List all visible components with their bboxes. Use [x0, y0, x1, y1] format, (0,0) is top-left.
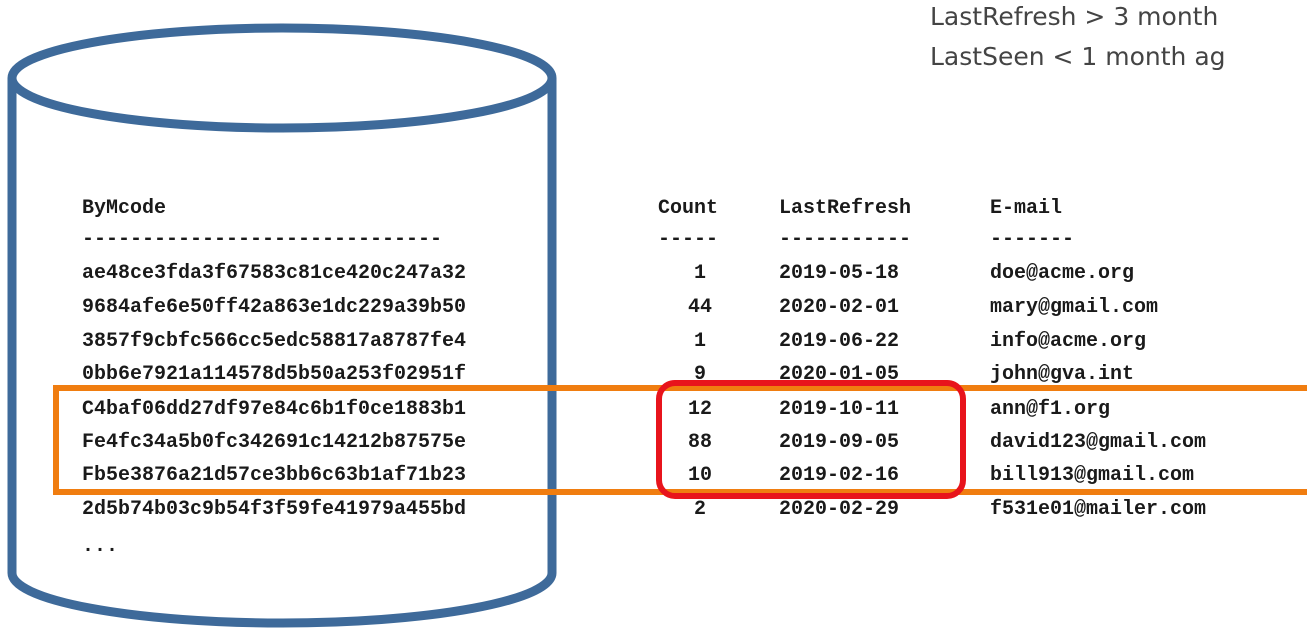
cell-email: bill913@gmail.com [990, 464, 1195, 487]
cell-bymcode: C4baf06dd27df97e84c6b1f0ce1883b1 [82, 398, 467, 421]
cell-count: 9 [693, 363, 706, 386]
cell-email: f531e01@mailer.com [990, 498, 1207, 521]
cell-count: 1 [693, 330, 706, 353]
cell-bymcode: Fe4fc34a5b0fc342691c14212b87575e [82, 431, 467, 454]
cell-email: info@acme.org [990, 330, 1147, 353]
header-last-refresh: LastRefresh [779, 197, 912, 220]
separator-email: ------- [990, 228, 1075, 251]
cell-count: 1 [693, 262, 706, 285]
cell-count: 44 [687, 296, 712, 319]
cell-bymcode: 3857f9cbfc566cc5edc58817a8787fe4 [82, 330, 467, 353]
cell-last-refresh: 2020-02-01 [779, 296, 900, 319]
table-ellipsis: ... [82, 535, 119, 558]
cell-last-refresh: 2019-10-11 [779, 398, 900, 421]
header-count: Count [658, 197, 719, 220]
cell-last-refresh: 2020-01-05 [779, 363, 900, 386]
cell-email: doe@acme.org [990, 262, 1135, 285]
cell-bymcode: 2d5b74b03c9b54f3f59fe41979a455bd [82, 498, 467, 521]
cell-last-refresh: 2019-05-18 [779, 262, 900, 285]
cell-last-refresh: 2019-06-22 [779, 330, 900, 353]
cell-bymcode: Fb5e3876a21d57ce3bb6c63b1af71b23 [82, 464, 467, 487]
cell-last-refresh: 2019-09-05 [779, 431, 900, 454]
header-email: E-mail [990, 197, 1063, 220]
cell-email: ann@f1.org [990, 398, 1111, 421]
cell-count: 2 [693, 498, 706, 521]
cell-email: john@gva.int [990, 363, 1135, 386]
header-bymcode: ByMcode [82, 197, 167, 220]
cell-bymcode: ae48ce3fda3f67583c81ce420c247a32 [82, 262, 467, 285]
separator-bymcode: ------------------------------ [82, 228, 443, 251]
separator-last-refresh: ----------- [779, 228, 912, 251]
cell-bymcode: 9684afe6e50ff42a863e1dc229a39b50 [82, 296, 467, 319]
separator-count: ----- [658, 228, 719, 251]
cell-count: 88 [687, 431, 712, 454]
cell-bymcode: 0bb6e7921a114578d5b50a253f02951f [82, 363, 467, 386]
cell-email: david123@gmail.com [990, 431, 1207, 454]
cell-last-refresh: 2020-02-29 [779, 498, 900, 521]
cell-count: 12 [687, 398, 712, 421]
cell-email: mary@gmail.com [990, 296, 1159, 319]
database-cylinder-top [7, 23, 557, 133]
cell-last-refresh: 2019-02-16 [779, 464, 900, 487]
cell-count: 10 [687, 464, 712, 487]
